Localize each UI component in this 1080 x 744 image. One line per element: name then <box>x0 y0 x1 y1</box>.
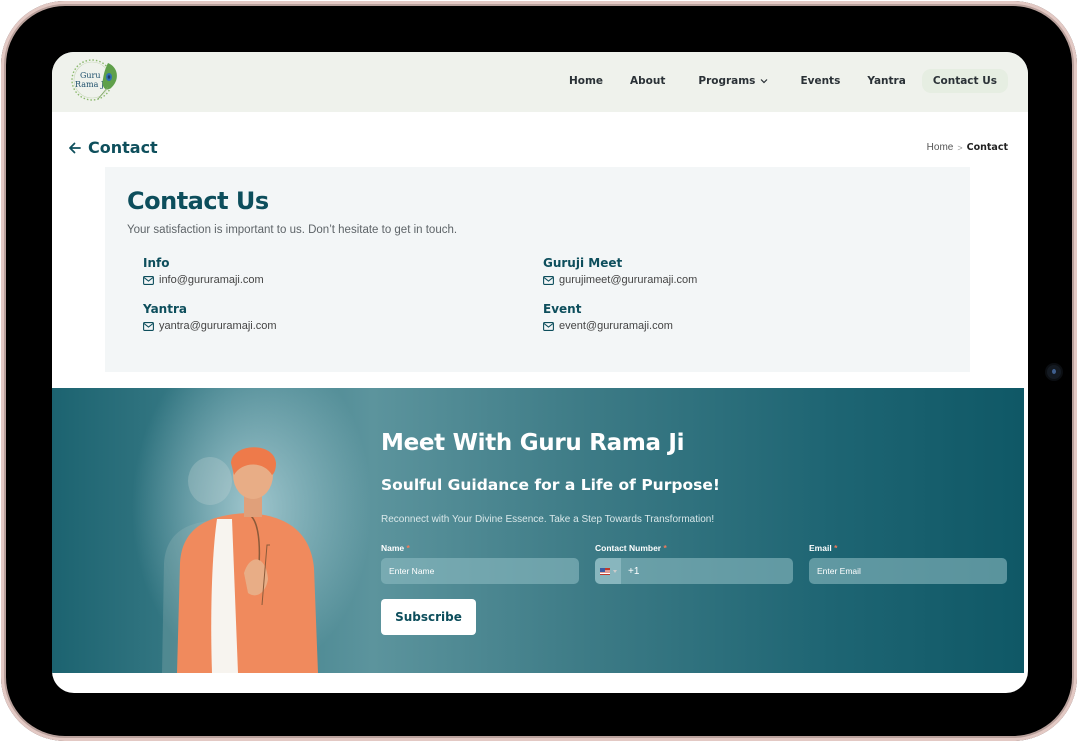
contact-item-label: Guruji Meet <box>543 256 623 270</box>
guru-portrait-image <box>162 447 318 673</box>
browser-viewport: Guru Rama Ji Home About Programs Events … <box>52 52 1028 693</box>
phone-label: Contact Number * <box>595 543 793 555</box>
contact-item-guruji-meet: Guruji Meet gurujimeet@gururamaji.com <box>543 256 843 286</box>
mail-icon <box>543 275 554 285</box>
tablet-frame: Guru Rama Ji Home About Programs Events … <box>1 1 1077 741</box>
contact-item-label: Yantra <box>143 302 187 316</box>
breadcrumb: Home > Contact <box>927 142 1008 153</box>
contact-item-event: Event event@gururamaji.com <box>543 302 843 332</box>
contact-card: Contact Us Your satisfaction is importan… <box>105 167 970 372</box>
logo-text-line2: Rama Ji <box>75 80 107 89</box>
nav-item-programs[interactable]: Programs <box>698 69 768 93</box>
email-label-text: Email <box>809 543 832 553</box>
email-field-group: Email * Enter Email <box>809 543 1007 584</box>
top-navbar: Guru Rama Ji Home About Programs Events … <box>52 52 1028 112</box>
nav-item-label: Yantra <box>867 75 906 87</box>
page-title: Contact <box>88 138 158 157</box>
contact-item-yantra: Yantra yantra@gururamaji.com <box>143 302 443 332</box>
contact-item-label: Event <box>543 302 582 316</box>
phone-value: +1 <box>628 565 640 577</box>
nav-item-label: About <box>630 75 666 87</box>
nav-item-home[interactable]: Home <box>569 69 603 93</box>
country-code-selector[interactable] <box>595 558 621 584</box>
nav-item-about[interactable]: About <box>630 69 665 93</box>
nav-item-yantra[interactable]: Yantra <box>867 69 905 93</box>
mail-icon <box>543 321 554 331</box>
contact-email-link[interactable]: gurujimeet@gururamaji.com <box>559 274 697 286</box>
nav-item-events[interactable]: Events <box>800 69 840 93</box>
mail-icon <box>143 275 154 285</box>
front-camera <box>1047 365 1061 379</box>
contact-item-info: Info info@gururamaji.com <box>143 256 443 286</box>
hero-description: Reconnect with Your Divine Essence. Take… <box>381 514 715 525</box>
caret-down-icon <box>612 569 617 573</box>
page-header: Contact Home > Contact <box>52 112 1028 167</box>
contact-email-link[interactable]: yantra@gururamaji.com <box>159 320 277 332</box>
nav-item-label: Programs <box>698 75 756 87</box>
phone-field-group: Contact Number * +1 <box>595 543 793 584</box>
name-label: Name * <box>381 543 579 555</box>
nav-item-label: Events <box>800 75 841 87</box>
subscribe-button[interactable]: Subscribe <box>381 599 476 635</box>
hero-subtitle: Soulful Guidance for a Life of Purpose! <box>381 476 720 494</box>
email-label: Email * <box>809 543 1007 555</box>
name-field-group: Name * Enter Name <box>381 543 579 584</box>
chevron-down-icon <box>761 79 768 84</box>
email-input[interactable]: Enter Email <box>809 558 1007 584</box>
nav-item-label: Home <box>568 75 604 87</box>
phone-input[interactable]: +1 <box>595 558 793 584</box>
required-mark: * <box>663 543 667 553</box>
name-input[interactable]: Enter Name <box>381 558 579 584</box>
mail-icon <box>143 321 154 331</box>
breadcrumb-home[interactable]: Home <box>927 142 954 153</box>
phone-label-text: Contact Number <box>595 543 662 553</box>
nav-item-contact-us[interactable]: Contact Us <box>921 69 1008 93</box>
arrow-left-icon <box>69 142 81 153</box>
contact-email-link[interactable]: info@gururamaji.com <box>159 274 264 286</box>
meet-guru-section: Meet With Guru Rama Ji Soulful Guidance … <box>52 388 1024 673</box>
hero-title: Meet With Guru Rama Ji <box>381 430 685 456</box>
back-link[interactable]: Contact <box>68 138 158 157</box>
nav-item-label: Contact Us <box>932 75 997 87</box>
breadcrumb-current: Contact <box>966 142 1008 153</box>
required-mark: * <box>834 543 838 553</box>
contact-heading: Contact Us <box>127 187 269 215</box>
site-logo[interactable]: Guru Rama Ji <box>68 57 122 103</box>
breadcrumb-separator: > <box>957 142 963 153</box>
required-mark: * <box>406 543 410 553</box>
contact-email-link[interactable]: event@gururamaji.com <box>559 320 673 332</box>
nav-menu: Home About Programs Events Yantra Contac… <box>542 68 1008 94</box>
logo-text-line1: Guru <box>80 71 101 80</box>
contact-subtitle: Your satisfaction is important to us. Do… <box>127 224 458 236</box>
contact-item-label: Info <box>143 256 170 270</box>
name-label-text: Name <box>381 543 405 553</box>
us-flag-icon <box>599 567 610 575</box>
